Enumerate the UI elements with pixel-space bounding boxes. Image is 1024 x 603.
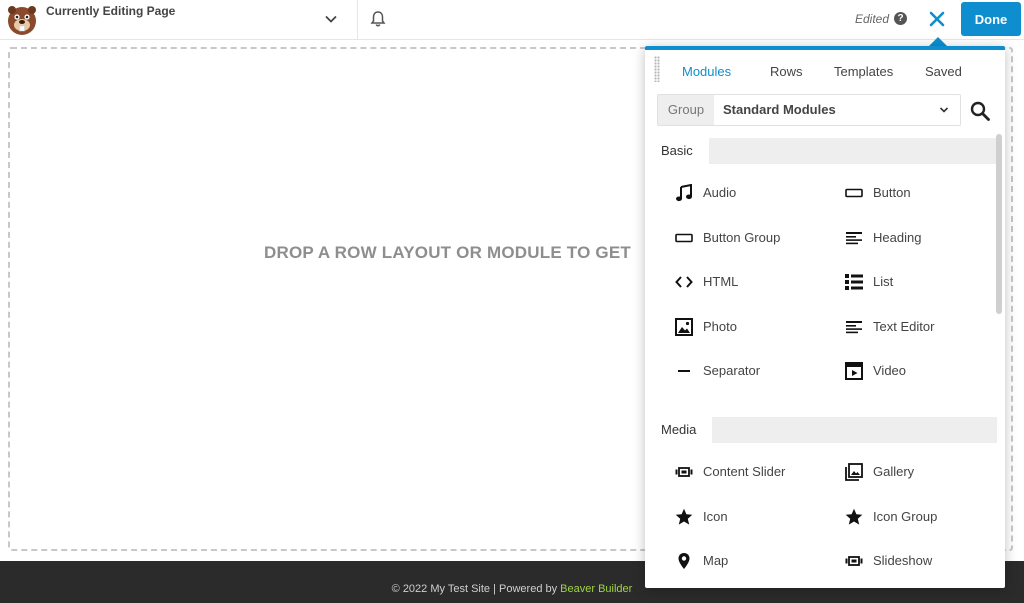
module-label: Video xyxy=(873,363,907,378)
gallery-icon xyxy=(845,463,863,481)
close-panel-icon[interactable] xyxy=(926,8,948,30)
content-slider-icon xyxy=(675,463,693,481)
module-label: Button xyxy=(873,185,911,200)
beaver-logo-icon[interactable] xyxy=(4,2,40,38)
group-value[interactable]: Standard Modules xyxy=(723,95,836,125)
module-label: Slideshow xyxy=(873,553,933,568)
group-label: Group xyxy=(658,95,714,125)
video-icon xyxy=(845,362,863,380)
footer-copyright: © 2022 My Test Site | Powered by xyxy=(391,583,558,595)
panel-tabs: Modules Rows Templates Saved xyxy=(645,64,1005,84)
module-label: Map xyxy=(703,553,729,568)
module-label: Separator xyxy=(703,363,761,378)
tab-templates[interactable]: Templates xyxy=(834,64,893,79)
group-select[interactable]: Group Standard Modules xyxy=(657,94,961,126)
section-header-media: Media xyxy=(645,417,997,443)
module-label: Text Editor xyxy=(873,319,935,334)
module-label: Gallery xyxy=(873,464,915,479)
toolbar-divider xyxy=(357,0,358,40)
chevron-down-icon[interactable] xyxy=(324,12,338,26)
map-pin-icon xyxy=(675,552,693,570)
module-label: List xyxy=(873,274,894,289)
heading-icon xyxy=(845,229,863,247)
button-icon xyxy=(845,184,863,202)
module-label: Audio xyxy=(703,185,737,200)
module-label: Button Group xyxy=(703,230,781,245)
star-icon xyxy=(845,508,863,526)
slideshow-icon xyxy=(845,552,863,570)
music-note-icon xyxy=(675,184,693,202)
help-icon[interactable]: ? xyxy=(894,12,907,25)
section-title: Basic xyxy=(645,138,709,164)
section-title: Media xyxy=(645,417,713,443)
module-label: Photo xyxy=(703,319,737,334)
drop-zone-prompt: DROP A ROW LAYOUT OR MODULE TO GET xyxy=(264,243,631,262)
module-label: Icon xyxy=(703,509,728,524)
code-icon xyxy=(675,273,693,291)
photo-icon xyxy=(675,318,693,336)
module-label: Icon Group xyxy=(873,509,938,524)
separator-icon xyxy=(675,362,693,380)
tab-rows[interactable]: Rows xyxy=(770,64,803,79)
module-label: Heading xyxy=(873,230,922,245)
tab-saved[interactable]: Saved xyxy=(925,64,962,79)
button-group-icon xyxy=(675,229,693,247)
done-button[interactable]: Done xyxy=(961,2,1021,36)
module-label: Content Slider xyxy=(703,464,786,479)
tab-modules[interactable]: Modules xyxy=(682,64,731,79)
footer-link-beaver-builder[interactable]: Beaver Builder xyxy=(560,583,632,595)
section-header-basic: Basic xyxy=(645,138,997,164)
content-panel: Modules Rows Templates Saved Group Stand… xyxy=(645,46,1005,588)
text-editor-icon xyxy=(845,318,863,336)
top-toolbar: Currently Editing Page Edited ? Done xyxy=(0,0,1024,40)
page-title[interactable]: Currently Editing Page xyxy=(46,4,175,18)
edited-status: Edited xyxy=(855,12,890,26)
chevron-down-icon[interactable] xyxy=(938,104,950,116)
module-label: HTML xyxy=(703,274,739,289)
search-icon[interactable] xyxy=(969,100,991,122)
panel-scrollbar[interactable] xyxy=(996,134,1002,314)
star-icon xyxy=(675,508,693,526)
list-icon xyxy=(845,273,863,291)
bell-icon[interactable] xyxy=(369,10,387,28)
module-list[interactable]: Basic Audio Button Button Group Heading … xyxy=(645,134,997,588)
